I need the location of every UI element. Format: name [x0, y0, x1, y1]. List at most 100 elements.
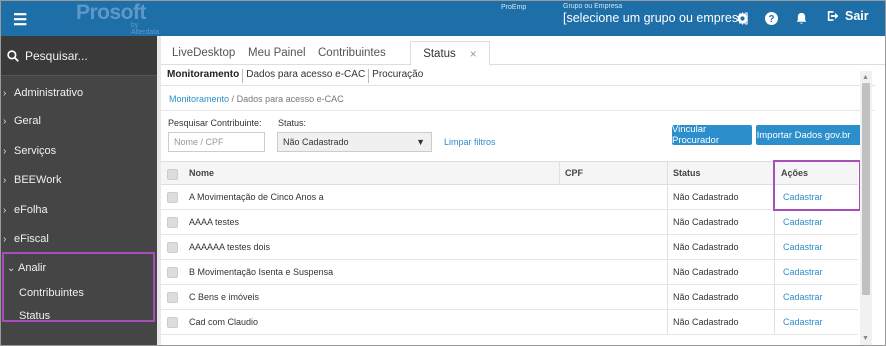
column-header-cpf[interactable]: CPF: [565, 162, 583, 184]
vincular-procurador-button[interactable]: Vincular Procurador: [672, 124, 752, 146]
table-row: A Movimentação de Cinco Anos a Não Cadas…: [161, 185, 858, 210]
cadastrar-link[interactable]: Cadastrar: [783, 185, 823, 209]
column-header-acoes: Ações: [781, 168, 809, 178]
sidebar-item-efiscal[interactable]: › eFiscal: [1, 226, 157, 252]
bell-icon[interactable]: [791, 8, 811, 28]
row-nome: B Movimentação Isenta e Suspensa: [189, 267, 334, 277]
importar-dados-button[interactable]: Importar Dados gov.br ▼: [756, 125, 867, 145]
breadcrumb-link-monitoramento[interactable]: Monitoramento: [169, 94, 229, 104]
contrib-search-input[interactable]: Nome / CPF: [168, 132, 265, 152]
svg-text:?: ?: [768, 14, 774, 25]
row-status: Não Cadastrado: [673, 192, 739, 202]
sidebar-item-label: BEEWork: [14, 174, 62, 186]
chevron-right-icon: ›: [3, 145, 7, 157]
row-status: Não Cadastrado: [673, 317, 739, 327]
clear-filters-link[interactable]: Limpar filtros: [444, 137, 496, 147]
sidebar-item-label: Serviços: [14, 145, 57, 157]
subtab-dados-ecac[interactable]: Dados para acesso e-CAC: [243, 69, 370, 83]
sidebar-subitem-status[interactable]: Status: [19, 310, 50, 322]
row-checkbox[interactable]: [167, 242, 178, 253]
sidebar-item-efolha[interactable]: › eFolha: [1, 197, 157, 223]
row-nome: C Bens e imóveis: [189, 292, 260, 302]
contribuintes-table: Nome CPF Status Ações A Movimentação de …: [161, 161, 858, 335]
table-row: AAAAAA testes dois Não Cadastrado Cadast…: [161, 235, 858, 260]
scrollbar-thumb[interactable]: [862, 83, 870, 295]
hamburger-icon[interactable]: ☰: [13, 10, 27, 30]
row-checkbox[interactable]: [167, 267, 178, 278]
divider: [161, 110, 875, 111]
importar-dados-label: Importar Dados gov.br: [756, 129, 851, 141]
sidebar-item-label: Geral: [14, 115, 41, 127]
breadcrumb: Monitoramento / Dados para acesso e-CAC: [169, 94, 344, 104]
cadastrar-link[interactable]: Cadastrar: [783, 310, 823, 334]
subtab-procuracao[interactable]: Procuração: [369, 69, 426, 83]
chevron-right-icon: ›: [3, 204, 7, 216]
subtab-bar: Monitoramento Dados para acesso e-CAC Pr…: [164, 69, 426, 83]
sidebar-item-label: eFiscal: [14, 233, 49, 245]
chevron-right-icon: ›: [3, 87, 7, 99]
sidebar-item-analir[interactable]: ⌄ Analir: [1, 255, 157, 281]
sidebar-item-label: Analir: [18, 262, 47, 274]
row-status: Não Cadastrado: [673, 267, 739, 277]
status-select-value: Não Cadastrado: [283, 137, 349, 147]
row-status: Não Cadastrado: [673, 242, 739, 252]
help-icon[interactable]: ?: [761, 8, 781, 28]
column-header-nome[interactable]: Nome: [189, 162, 214, 184]
close-icon[interactable]: ×: [470, 47, 477, 61]
divider: [161, 85, 875, 86]
scroll-down-icon[interactable]: ▼: [862, 335, 869, 342]
table-header-row: Nome CPF Status Ações: [161, 161, 858, 185]
sidebar-subitem-contribuintes[interactable]: Contribuintes: [19, 287, 84, 299]
cadastrar-link[interactable]: Cadastrar: [783, 260, 823, 284]
caret-down-icon: ▼: [416, 137, 425, 147]
cadastrar-link[interactable]: Cadastrar: [783, 210, 823, 234]
chevron-down-icon: ⌄: [7, 262, 16, 274]
sidebar-item-label: eFolha: [14, 204, 48, 216]
sidebar: Pesquisar... › Administrativo › Geral › Ser…: [1, 36, 157, 345]
logo-subtext: by Alterdata: [131, 22, 160, 36]
tab-livedesktop[interactable]: LiveDesktop: [172, 47, 235, 59]
column-header-status[interactable]: Status: [673, 162, 701, 184]
table-row: AAAA testes Não Cadastrado Cadastrar: [161, 210, 858, 235]
row-nome: Cad com Claudio: [189, 317, 259, 327]
search-placeholder: Pesquisar...: [25, 48, 88, 63]
row-nome: A Movimentação de Cinco Anos a: [189, 192, 324, 202]
sidebar-item-administrativo[interactable]: › Administrativo: [1, 80, 157, 106]
status-select[interactable]: Não Cadastrado ▼: [277, 132, 432, 152]
logout-label: Sair: [845, 9, 869, 23]
cadastrar-link[interactable]: Cadastrar: [783, 285, 823, 309]
subtab-monitoramento[interactable]: Monitoramento: [164, 69, 244, 83]
chevron-right-icon: ›: [3, 174, 7, 186]
proemp-label: ProEmp: [501, 4, 527, 11]
scroll-up-icon[interactable]: ▲: [862, 74, 869, 81]
row-nome: AAAA testes: [189, 217, 240, 227]
contrib-search-label: Pesquisar Contribuinte:: [168, 118, 262, 128]
row-nome: AAAAAA testes dois: [189, 242, 271, 252]
logo-text: Prosoft: [76, 1, 147, 24]
sidebar-item-beework[interactable]: › BEEWork: [1, 167, 157, 193]
sidebar-search[interactable]: Pesquisar...: [1, 36, 157, 76]
table-row: C Bens e imóveis Não Cadastrado Cadastra…: [161, 285, 858, 310]
logo[interactable]: Prosoft by Alterdata: [76, 1, 159, 36]
sidebar-item-servicos[interactable]: › Serviços: [1, 138, 157, 164]
tab-contribuintes[interactable]: Contribuintes: [318, 47, 386, 59]
row-checkbox[interactable]: [167, 292, 178, 303]
select-all-checkbox[interactable]: [167, 169, 178, 180]
logout-button[interactable]: Sair: [827, 9, 869, 23]
tab-bar: LiveDesktop Meu Painel Contribuintes Sta…: [161, 41, 885, 66]
search-icon: [7, 49, 19, 62]
row-checkbox[interactable]: [167, 217, 178, 228]
group-label: Grupo ou Empresa: [563, 3, 623, 10]
tab-status-label: Status: [423, 47, 456, 60]
table-row: Cad com Claudio Não Cadastrado Cadastrar: [161, 310, 858, 335]
cadastrar-link[interactable]: Cadastrar: [783, 235, 823, 259]
row-checkbox[interactable]: [167, 192, 178, 203]
tab-meu-painel[interactable]: Meu Painel: [248, 47, 306, 59]
gear-icon[interactable]: [732, 8, 752, 28]
row-checkbox[interactable]: [167, 317, 178, 328]
status-filter-label: Status:: [278, 118, 307, 128]
group-selector[interactable]: [selecione um grupo ou empresa]: [563, 11, 749, 25]
breadcrumb-current: Dados para acesso e-CAC: [236, 94, 344, 104]
sidebar-item-geral[interactable]: › Geral: [1, 108, 157, 134]
tab-status[interactable]: Status ×: [410, 41, 490, 66]
